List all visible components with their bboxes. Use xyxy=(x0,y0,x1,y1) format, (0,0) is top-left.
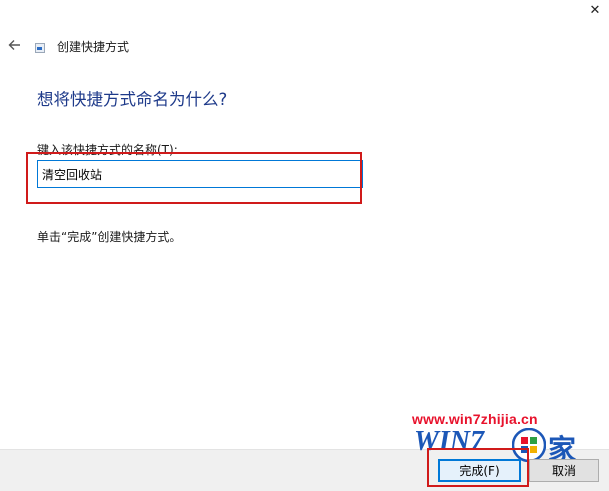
page-heading: 想将快捷方式命名为什么? xyxy=(37,90,228,109)
cancel-button[interactable]: 取消 xyxy=(529,459,599,482)
watermark-url: www.win7zhijia.cn xyxy=(412,411,538,427)
close-button[interactable]: ✕ xyxy=(586,2,604,20)
finish-hint-text: 单击“完成”创建快捷方式。 xyxy=(37,230,182,244)
input-highlight-box xyxy=(26,152,362,204)
back-button[interactable] xyxy=(6,36,24,54)
finish-highlight-box xyxy=(427,448,529,487)
shortcut-wizard-icon xyxy=(35,43,45,53)
wizard-title: 创建快捷方式 xyxy=(57,40,130,54)
back-arrow-icon xyxy=(8,40,20,50)
